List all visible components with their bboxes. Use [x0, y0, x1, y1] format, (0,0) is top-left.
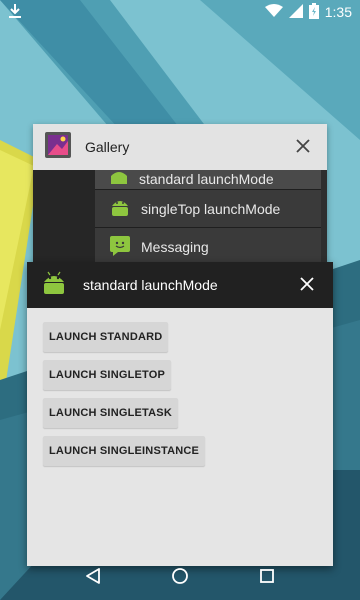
- status-bar: 1:35: [0, 0, 360, 24]
- list-item: standard launchMode: [95, 170, 321, 190]
- android-icon: [109, 170, 129, 187]
- signal-icon: [288, 3, 303, 21]
- download-icon: [8, 3, 22, 22]
- gallery-card-header[interactable]: Gallery: [33, 124, 327, 170]
- battery-icon: [308, 2, 319, 22]
- main-card-title: standard launchMode: [83, 277, 218, 293]
- list-item: Messaging: [95, 228, 321, 266]
- list-item: singleTop launchMode: [95, 190, 321, 228]
- home-icon[interactable]: [160, 556, 200, 596]
- wifi-icon: [264, 3, 283, 21]
- main-card-header[interactable]: standard launchMode: [27, 262, 333, 308]
- recents-icon[interactable]: [247, 556, 287, 596]
- messaging-icon: [109, 234, 131, 259]
- gallery-card-list: standard launchMode singleTop launchMode: [95, 170, 321, 266]
- gallery-icon: [45, 131, 71, 163]
- close-icon[interactable]: [291, 136, 315, 159]
- gallery-card-title: Gallery: [85, 139, 130, 155]
- close-icon[interactable]: [295, 274, 319, 297]
- launch-singletop-button[interactable]: LAUNCH SINGLETOP: [43, 360, 172, 390]
- launch-singletask-button[interactable]: LAUNCH SINGLETASK: [43, 398, 178, 428]
- android-icon: [109, 196, 131, 221]
- main-card-content: LAUNCH STANDARD LAUNCH SINGLETOP LAUNCH …: [27, 308, 333, 480]
- navigation-bar: [0, 552, 360, 600]
- status-time: 1:35: [324, 4, 352, 20]
- launch-standard-button[interactable]: LAUNCH STANDARD: [43, 322, 169, 352]
- launch-singleinstance-button[interactable]: LAUNCH SINGLEINSTANCE: [43, 436, 206, 466]
- recent-card-standard-launchmode[interactable]: standard launchMode LAUNCH STANDARD LAUN…: [27, 262, 333, 566]
- back-icon[interactable]: [73, 556, 113, 596]
- android-icon: [41, 270, 67, 301]
